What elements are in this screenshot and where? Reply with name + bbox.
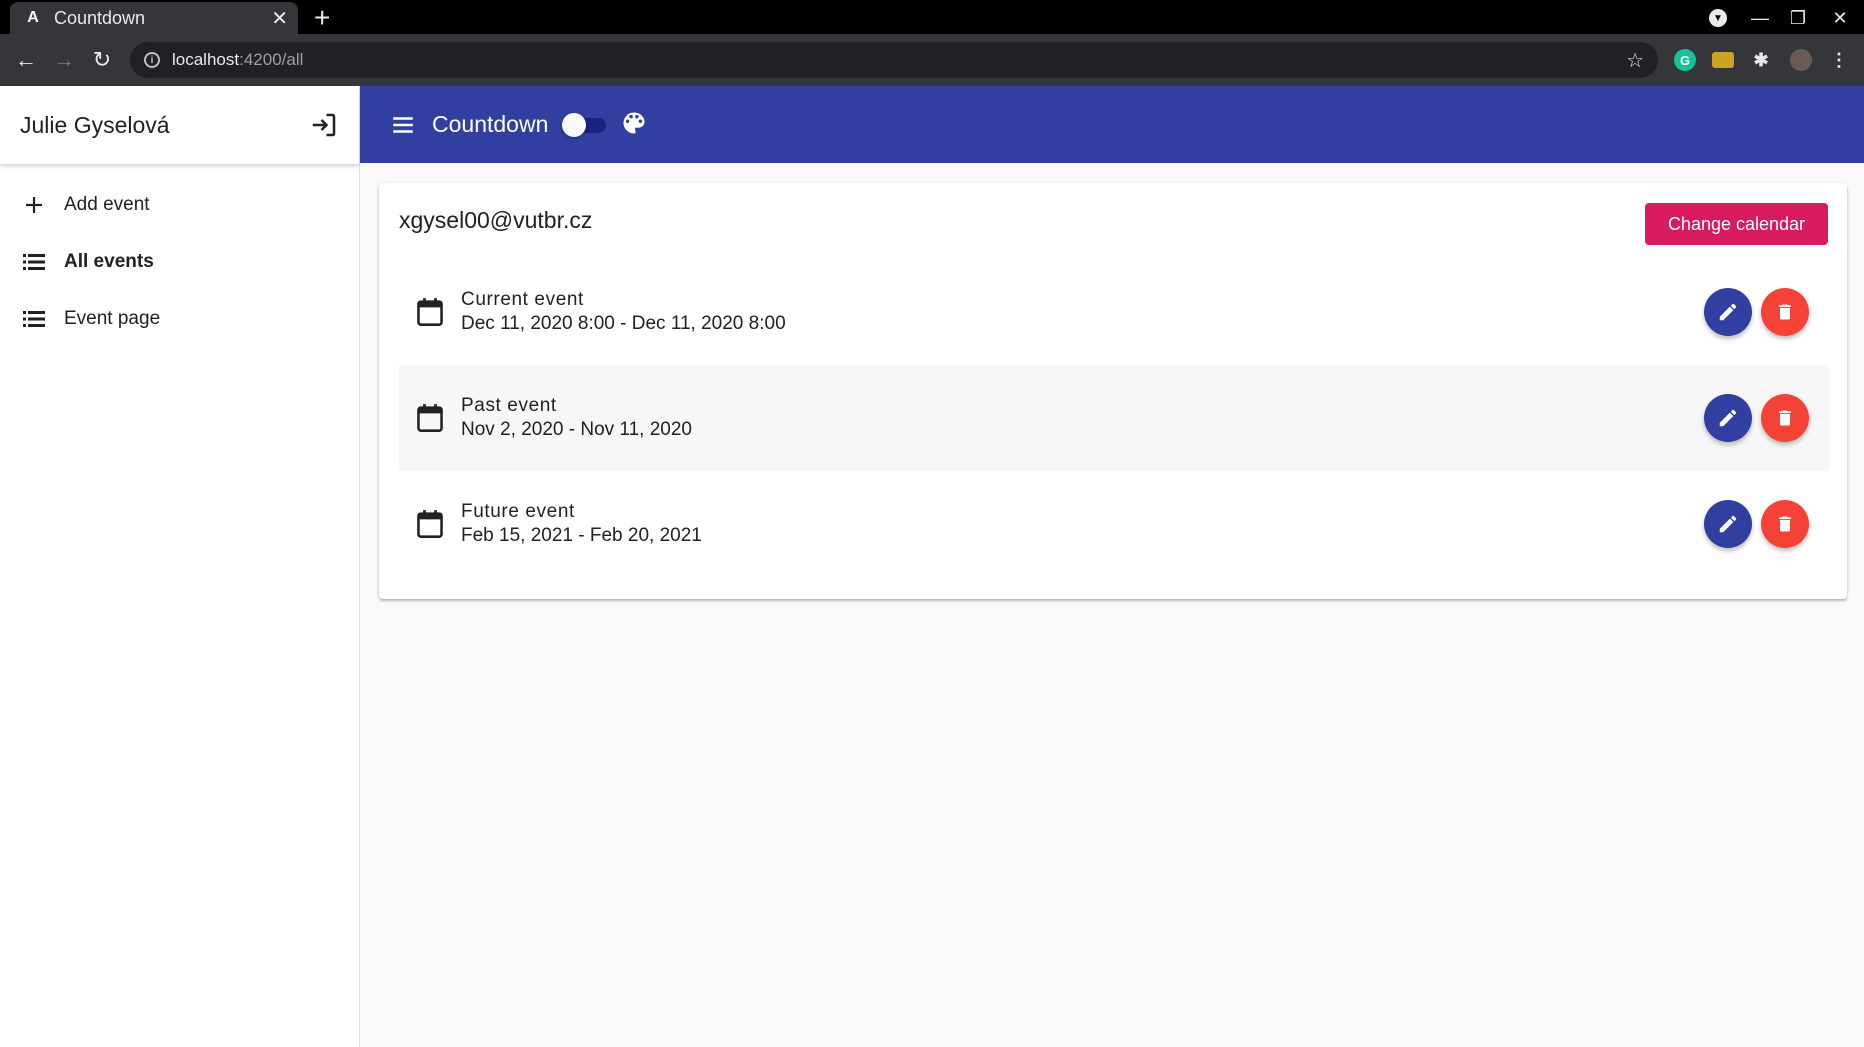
- logout-icon[interactable]: [309, 110, 339, 140]
- trash-icon: [1779, 304, 1791, 320]
- edit-event-button[interactable]: [1704, 394, 1752, 442]
- toggle-thumb: [562, 112, 587, 137]
- trash-icon: [1779, 516, 1791, 532]
- palette-icon[interactable]: [620, 109, 648, 137]
- change-calendar-button[interactable]: Change calendar: [1645, 203, 1828, 245]
- browser-menu-icon[interactable]: ⋮: [1828, 49, 1850, 71]
- delete-event-button[interactable]: [1761, 394, 1809, 442]
- close-tab-icon[interactable]: ✕: [271, 6, 288, 31]
- profile-avatar[interactable]: [1790, 49, 1812, 71]
- url-path: :4200/all: [239, 50, 304, 69]
- calendar-icon: [417, 510, 443, 538]
- calendar-icon: [417, 404, 443, 432]
- sidebar-item-label: All events: [64, 250, 154, 272]
- list-item[interactable]: Past event Nov 2, 2020 - Nov 11, 2020: [399, 365, 1829, 471]
- trash-icon: [1779, 410, 1791, 426]
- browser-tab-strip: A Countdown ✕ + ▼ — ❐ ✕: [0, 0, 1864, 34]
- calendar-email: xgysel00@vutbr.cz: [399, 207, 593, 233]
- sidenav-list: Add event All events Event page: [0, 164, 359, 347]
- restore-icon[interactable]: ❐: [1786, 6, 1810, 30]
- address-bar[interactable]: i localhost:4200/all ☆: [130, 42, 1658, 78]
- close-window-icon[interactable]: ✕: [1828, 6, 1852, 30]
- new-tab-icon[interactable]: +: [314, 4, 330, 32]
- list-icon: [22, 250, 46, 274]
- edit-event-button[interactable]: [1704, 500, 1752, 548]
- event-name: Future event: [461, 501, 575, 522]
- delete-event-button[interactable]: [1761, 288, 1809, 336]
- user-name: Julie Gyselová: [20, 111, 170, 138]
- dark-mode-toggle[interactable]: [562, 112, 607, 137]
- event-name: Past event: [461, 395, 557, 416]
- sidenav: Julie Gyselová Add event All events Even…: [0, 86, 360, 1047]
- app-title: Countdown: [432, 111, 549, 137]
- list-icon: [22, 307, 46, 331]
- grammarly-extension-icon[interactable]: G: [1674, 49, 1696, 71]
- pencil-icon: [1719, 515, 1737, 533]
- pencil-icon: [1719, 303, 1737, 321]
- pencil-icon: [1719, 409, 1737, 427]
- sidebar-item-label: Add event: [64, 193, 150, 215]
- delete-event-button[interactable]: [1761, 500, 1809, 548]
- hamburger-menu-icon[interactable]: [390, 112, 416, 138]
- back-icon[interactable]: ←: [12, 46, 40, 74]
- sidebar-item-all-events[interactable]: All events: [0, 233, 359, 290]
- extension-icon[interactable]: [1712, 52, 1734, 68]
- minimize-icon[interactable]: —: [1748, 6, 1772, 30]
- browser-tab-title: Countdown: [54, 7, 146, 28]
- reload-icon[interactable]: ↻: [88, 46, 116, 74]
- sidebar-item-add-event[interactable]: Add event: [0, 176, 359, 233]
- site-info-icon[interactable]: i: [144, 52, 160, 68]
- list-item[interactable]: Current event Dec 11, 2020 8:00 - Dec 11…: [399, 259, 1829, 365]
- plus-icon: [22, 193, 46, 217]
- app-toolbar: Countdown: [360, 86, 1864, 163]
- event-dates: Nov 2, 2020 - Nov 11, 2020: [461, 419, 692, 440]
- sidebar-item-label: Event page: [64, 307, 161, 329]
- sidebar-item-event-page[interactable]: Event page: [0, 290, 359, 347]
- sidenav-header: Julie Gyselová: [0, 86, 359, 164]
- browser-tab[interactable]: A Countdown ✕: [10, 2, 298, 34]
- edit-event-button[interactable]: [1704, 288, 1752, 336]
- calendar-icon: [417, 298, 443, 326]
- tab-search-icon[interactable]: ▼: [1706, 6, 1730, 30]
- events-card: xgysel00@vutbr.cz Change calendar Curren…: [379, 183, 1847, 599]
- bookmark-star-icon[interactable]: ☆: [1626, 48, 1644, 73]
- forward-icon[interactable]: →: [50, 46, 78, 74]
- event-name: Current event: [461, 289, 584, 310]
- event-dates: Dec 11, 2020 8:00 - Dec 11, 2020 8:00: [461, 313, 786, 334]
- list-item[interactable]: Future event Feb 15, 2021 - Feb 20, 2021: [399, 471, 1829, 577]
- angular-favicon-icon: A: [27, 9, 39, 26]
- extensions-puzzle-icon[interactable]: ✱: [1750, 49, 1772, 71]
- url-host: localhost: [172, 50, 240, 69]
- browser-toolbar: ← → ↻ i localhost:4200/all ☆ G ✱ ⋮: [0, 34, 1864, 86]
- event-dates: Feb 15, 2021 - Feb 20, 2021: [461, 525, 702, 546]
